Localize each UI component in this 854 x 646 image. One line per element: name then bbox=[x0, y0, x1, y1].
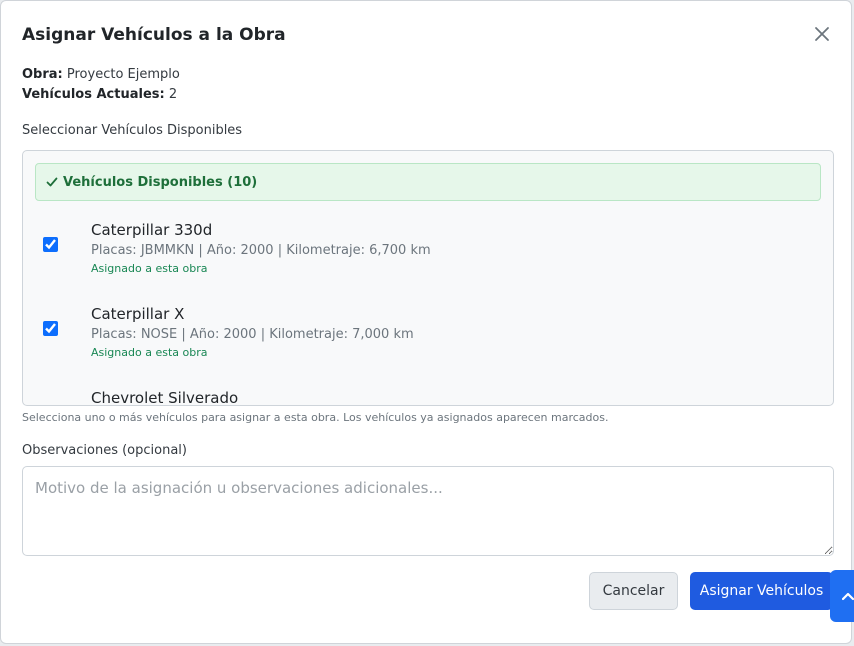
assign-vehicles-button[interactable]: Asignar Vehículos bbox=[690, 572, 833, 610]
available-vehicles-alert: Vehículos Disponibles (10) bbox=[35, 163, 821, 201]
notes-textarea[interactable] bbox=[22, 466, 834, 556]
vehicle-status: Asignado a esta obra bbox=[91, 262, 208, 275]
current-vehicles-info: Vehículos Actuales: 2 bbox=[22, 87, 177, 102]
select-vehicles-label: Seleccionar Vehículos Disponibles bbox=[22, 123, 243, 138]
obra-value: Proyecto Ejemplo bbox=[66, 67, 180, 82]
current-vehicles-label: Vehículos Actuales: bbox=[22, 87, 165, 102]
vehicle-name: Caterpillar 330d bbox=[91, 221, 213, 239]
help-text: Selecciona uno o más vehículos para asig… bbox=[22, 411, 609, 424]
cancel-button[interactable]: Cancelar bbox=[589, 572, 678, 610]
check-icon bbox=[46, 176, 58, 188]
vehicle-checkbox[interactable] bbox=[43, 405, 58, 406]
vehicle-name: Caterpillar X bbox=[91, 305, 185, 323]
available-vehicles-header: Vehículos Disponibles (10) bbox=[63, 174, 258, 190]
close-icon bbox=[814, 26, 830, 46]
close-button[interactable] bbox=[809, 23, 835, 49]
assign-vehicles-modal: Asignar Vehículos a la Obra Obra: Proyec… bbox=[0, 0, 852, 644]
vehicle-details: Placas: NOSE | Año: 2000 | Kilometraje: … bbox=[91, 327, 414, 342]
current-vehicles-value: 2 bbox=[168, 87, 178, 102]
vehicle-list[interactable]: Vehículos Disponibles (10) Caterpillar 3… bbox=[22, 150, 834, 406]
vehicle-details: Placas: JBMMKN | Año: 2000 | Kilometraje… bbox=[91, 243, 431, 258]
obra-info: Obra: Proyecto Ejemplo bbox=[22, 67, 180, 82]
vehicle-status: Asignado a esta obra bbox=[91, 346, 208, 359]
vehicle-checkbox[interactable] bbox=[43, 237, 58, 252]
obra-label: Obra: bbox=[22, 67, 63, 82]
notes-label: Observaciones (opcional) bbox=[22, 443, 187, 458]
vehicle-checkbox[interactable] bbox=[43, 321, 58, 336]
scroll-top-button[interactable] bbox=[830, 570, 854, 622]
vehicle-name: Chevrolet Silverado bbox=[91, 389, 239, 406]
chevron-up-icon bbox=[841, 587, 854, 606]
modal-title: Asignar Vehículos a la Obra bbox=[22, 25, 286, 45]
